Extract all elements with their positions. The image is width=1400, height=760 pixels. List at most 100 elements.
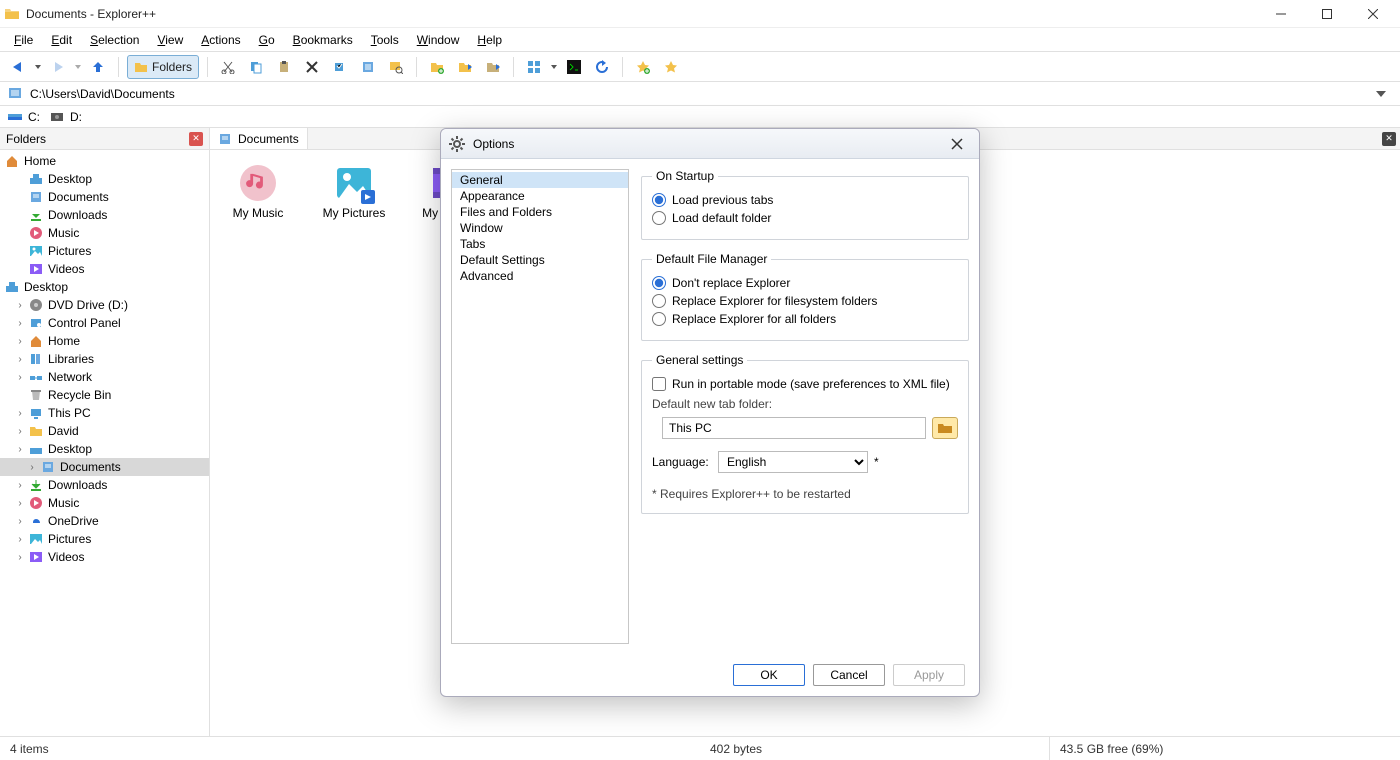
drive-c[interactable]: C:	[8, 110, 40, 124]
forward-button[interactable]	[46, 55, 70, 79]
drive-d[interactable]: D:	[50, 110, 82, 124]
copy-button[interactable]	[244, 55, 268, 79]
tree-item[interactable]: ›David	[0, 422, 209, 440]
tree-item-selected[interactable]: ›Documents	[0, 458, 209, 476]
tree-item[interactable]: Documents	[0, 188, 209, 206]
copy-to-button[interactable]	[453, 55, 477, 79]
tab-close-button[interactable]: ✕	[1382, 132, 1396, 146]
delete-button[interactable]	[300, 55, 324, 79]
tree-item[interactable]: Desktop	[0, 170, 209, 188]
tree-item[interactable]: ›Libraries	[0, 350, 209, 368]
menubar: File Edit Selection View Actions Go Book…	[0, 28, 1400, 52]
tree-item[interactable]: ›Home	[0, 332, 209, 350]
cancel-button[interactable]: Cancel	[813, 664, 885, 686]
minimize-button[interactable]	[1258, 0, 1304, 28]
menu-actions[interactable]: Actions	[193, 31, 248, 49]
move-to-button[interactable]	[481, 55, 505, 79]
language-select[interactable]: English	[718, 451, 868, 473]
browse-folder-button[interactable]	[932, 417, 958, 439]
menu-go[interactable]: Go	[251, 31, 283, 49]
drive-bar: C: D:	[0, 106, 1400, 128]
language-label: Language:	[652, 455, 712, 469]
tree-item[interactable]: ›Downloads	[0, 476, 209, 494]
options-nav[interactable]: General Appearance Files and Folders Win…	[451, 169, 629, 644]
folder-tree[interactable]: Home Desktop Documents Downloads Music P…	[0, 150, 209, 736]
tree-item[interactable]: ›OneDrive	[0, 512, 209, 530]
radio-dont-replace[interactable]: Don't replace Explorer	[652, 274, 958, 292]
checkbox-portable[interactable]: Run in portable mode (save preferences t…	[652, 375, 958, 393]
terminal-button[interactable]	[562, 55, 586, 79]
maximize-button[interactable]	[1304, 0, 1350, 28]
bookmarks-button[interactable]	[659, 55, 683, 79]
menu-view[interactable]: View	[149, 31, 191, 49]
tree-item[interactable]: Recycle Bin	[0, 386, 209, 404]
close-button[interactable]	[1350, 0, 1396, 28]
menu-bookmarks[interactable]: Bookmarks	[285, 31, 361, 49]
dialog-close-button[interactable]	[943, 134, 971, 154]
tree-item[interactable]: ›This PC	[0, 404, 209, 422]
tree-item[interactable]: Videos	[0, 260, 209, 278]
menu-help[interactable]: Help	[469, 31, 510, 49]
apply-button[interactable]: Apply	[893, 664, 965, 686]
up-button[interactable]	[86, 55, 110, 79]
pictures-folder-icon	[333, 162, 375, 204]
tree-item[interactable]: ›Network	[0, 368, 209, 386]
nav-appearance[interactable]: Appearance	[452, 188, 628, 204]
tree-item[interactable]: ›Pictures	[0, 530, 209, 548]
radio-load-default[interactable]: Load default folder	[652, 209, 958, 227]
tree-item[interactable]: Pictures	[0, 242, 209, 260]
menu-selection[interactable]: Selection	[82, 31, 147, 49]
tree-item[interactable]: Downloads	[0, 206, 209, 224]
newtab-input[interactable]	[662, 417, 926, 439]
radio-replace-filesystem[interactable]: Replace Explorer for filesystem folders	[652, 292, 958, 310]
back-history-dropdown[interactable]	[34, 65, 42, 69]
copy-path-button[interactable]	[328, 55, 352, 79]
search-button[interactable]	[384, 55, 408, 79]
tree-item[interactable]: ›Videos	[0, 548, 209, 566]
sidebar: Folders ✕ Home Desktop Documents Downloa…	[0, 128, 210, 736]
nav-files-folders[interactable]: Files and Folders	[452, 204, 628, 220]
tree-item[interactable]: Music	[0, 224, 209, 242]
address-bar[interactable]: C:\Users\David\Documents	[0, 82, 1400, 106]
sidebar-header: Folders ✕	[0, 128, 209, 150]
forward-history-dropdown[interactable]	[74, 65, 82, 69]
ok-button[interactable]: OK	[733, 664, 805, 686]
app-icon	[4, 6, 20, 22]
nav-default-settings[interactable]: Default Settings	[452, 252, 628, 268]
view-mode-button[interactable]	[522, 55, 546, 79]
address-dropdown[interactable]	[1376, 91, 1392, 97]
tree-item[interactable]: ›Desktop	[0, 440, 209, 458]
properties-button[interactable]	[356, 55, 380, 79]
dialog-titlebar[interactable]: Options	[441, 129, 979, 159]
tree-item[interactable]: ›Music	[0, 494, 209, 512]
tree-item[interactable]: ›DVD Drive (D:)	[0, 296, 209, 314]
menu-edit[interactable]: Edit	[43, 31, 80, 49]
nav-general[interactable]: General	[452, 172, 628, 188]
list-item[interactable]: My Pictures	[318, 162, 390, 220]
back-button[interactable]	[6, 55, 30, 79]
menu-file[interactable]: File	[6, 31, 41, 49]
radio-load-previous[interactable]: Load previous tabs	[652, 191, 958, 209]
dialog-buttons: OK Cancel Apply	[441, 654, 979, 696]
tree-home[interactable]: Home	[0, 152, 209, 170]
bookmark-add-button[interactable]	[631, 55, 655, 79]
nav-tabs[interactable]: Tabs	[452, 236, 628, 252]
folders-pane-toggle[interactable]: Folders	[127, 55, 199, 79]
cut-button[interactable]	[216, 55, 240, 79]
options-pane: On Startup Load previous tabs Load defau…	[641, 169, 969, 644]
list-item[interactable]: My Music	[222, 162, 294, 220]
newtab-label: Default new tab folder:	[652, 397, 958, 411]
nav-window[interactable]: Window	[452, 220, 628, 236]
refresh-button[interactable]	[590, 55, 614, 79]
menu-window[interactable]: Window	[409, 31, 468, 49]
radio-replace-all[interactable]: Replace Explorer for all folders	[652, 310, 958, 328]
tree-desktop[interactable]: Desktop	[0, 278, 209, 296]
new-folder-button[interactable]	[425, 55, 449, 79]
paste-button[interactable]	[272, 55, 296, 79]
nav-advanced[interactable]: Advanced	[452, 268, 628, 284]
sidebar-close-button[interactable]: ✕	[189, 132, 203, 146]
tab-documents[interactable]: Documents	[210, 128, 308, 149]
tree-item[interactable]: ›Control Panel	[0, 314, 209, 332]
menu-tools[interactable]: Tools	[363, 31, 407, 49]
view-mode-dropdown[interactable]	[550, 65, 558, 69]
